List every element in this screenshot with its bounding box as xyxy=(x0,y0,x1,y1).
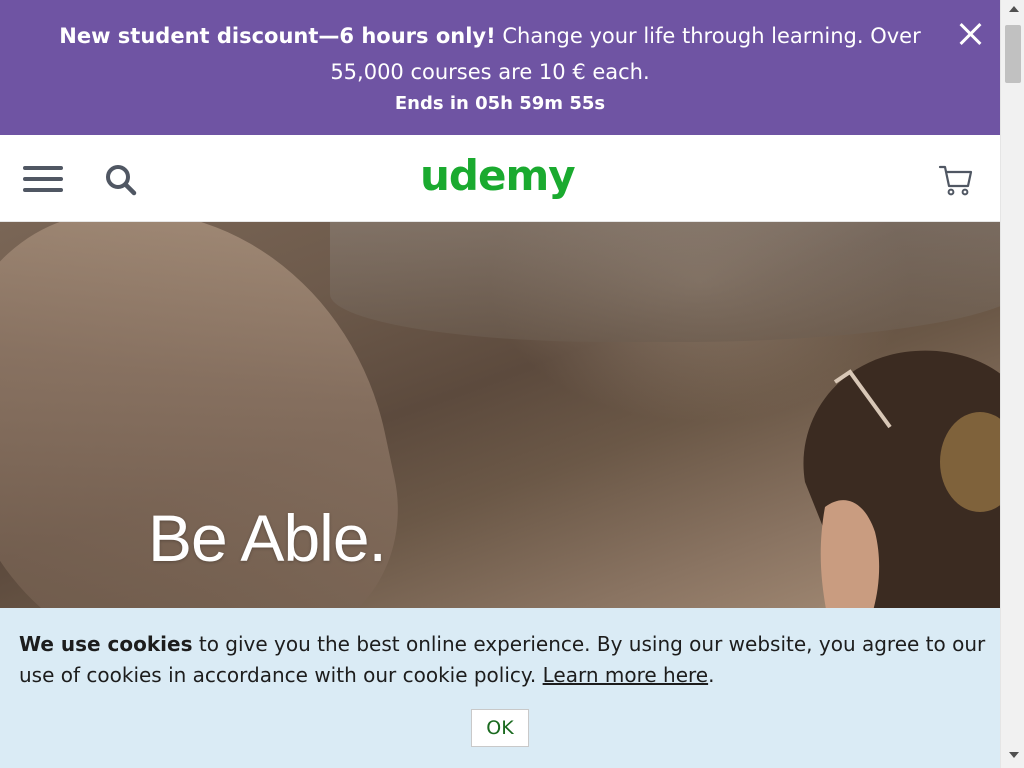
scrollbar[interactable] xyxy=(1000,0,1024,768)
cart-icon[interactable] xyxy=(938,162,974,198)
cookie-text: We use cookies to give you the best onli… xyxy=(19,629,989,691)
scroll-up-arrow-icon[interactable] xyxy=(1009,6,1019,12)
search-icon[interactable] xyxy=(104,163,138,197)
promo-banner: New student discount—6 hours only! Chang… xyxy=(0,0,1000,135)
scroll-down-arrow-icon[interactable] xyxy=(1009,752,1019,758)
hero-person-image xyxy=(803,350,1000,608)
hero-distant-hills xyxy=(330,222,1000,342)
cookie-ok-button[interactable]: OK xyxy=(471,709,529,747)
hero-title: Be Able. xyxy=(148,501,387,575)
scroll-thumb[interactable] xyxy=(1005,25,1021,83)
cookie-policy-link[interactable]: Learn more here xyxy=(543,663,709,687)
promo-text: New student discount—6 hours only! Chang… xyxy=(40,18,940,90)
menu-icon[interactable] xyxy=(23,165,63,193)
udemy-logo[interactable]: udemy xyxy=(420,151,576,201)
cookie-bold: We use cookies xyxy=(19,632,193,656)
cookie-notice: We use cookies to give you the best onli… xyxy=(0,608,1000,768)
page: New student discount—6 hours only! Chang… xyxy=(0,0,1000,768)
promo-countdown: Ends in 05h 59m 55s xyxy=(394,93,606,114)
promo-headline: New student discount—6 hours only! xyxy=(59,24,496,48)
hero-banner: Be Able. xyxy=(0,222,1000,608)
close-icon[interactable] xyxy=(954,18,986,50)
site-header: udemy xyxy=(0,135,1000,222)
cookie-period: . xyxy=(708,663,715,687)
